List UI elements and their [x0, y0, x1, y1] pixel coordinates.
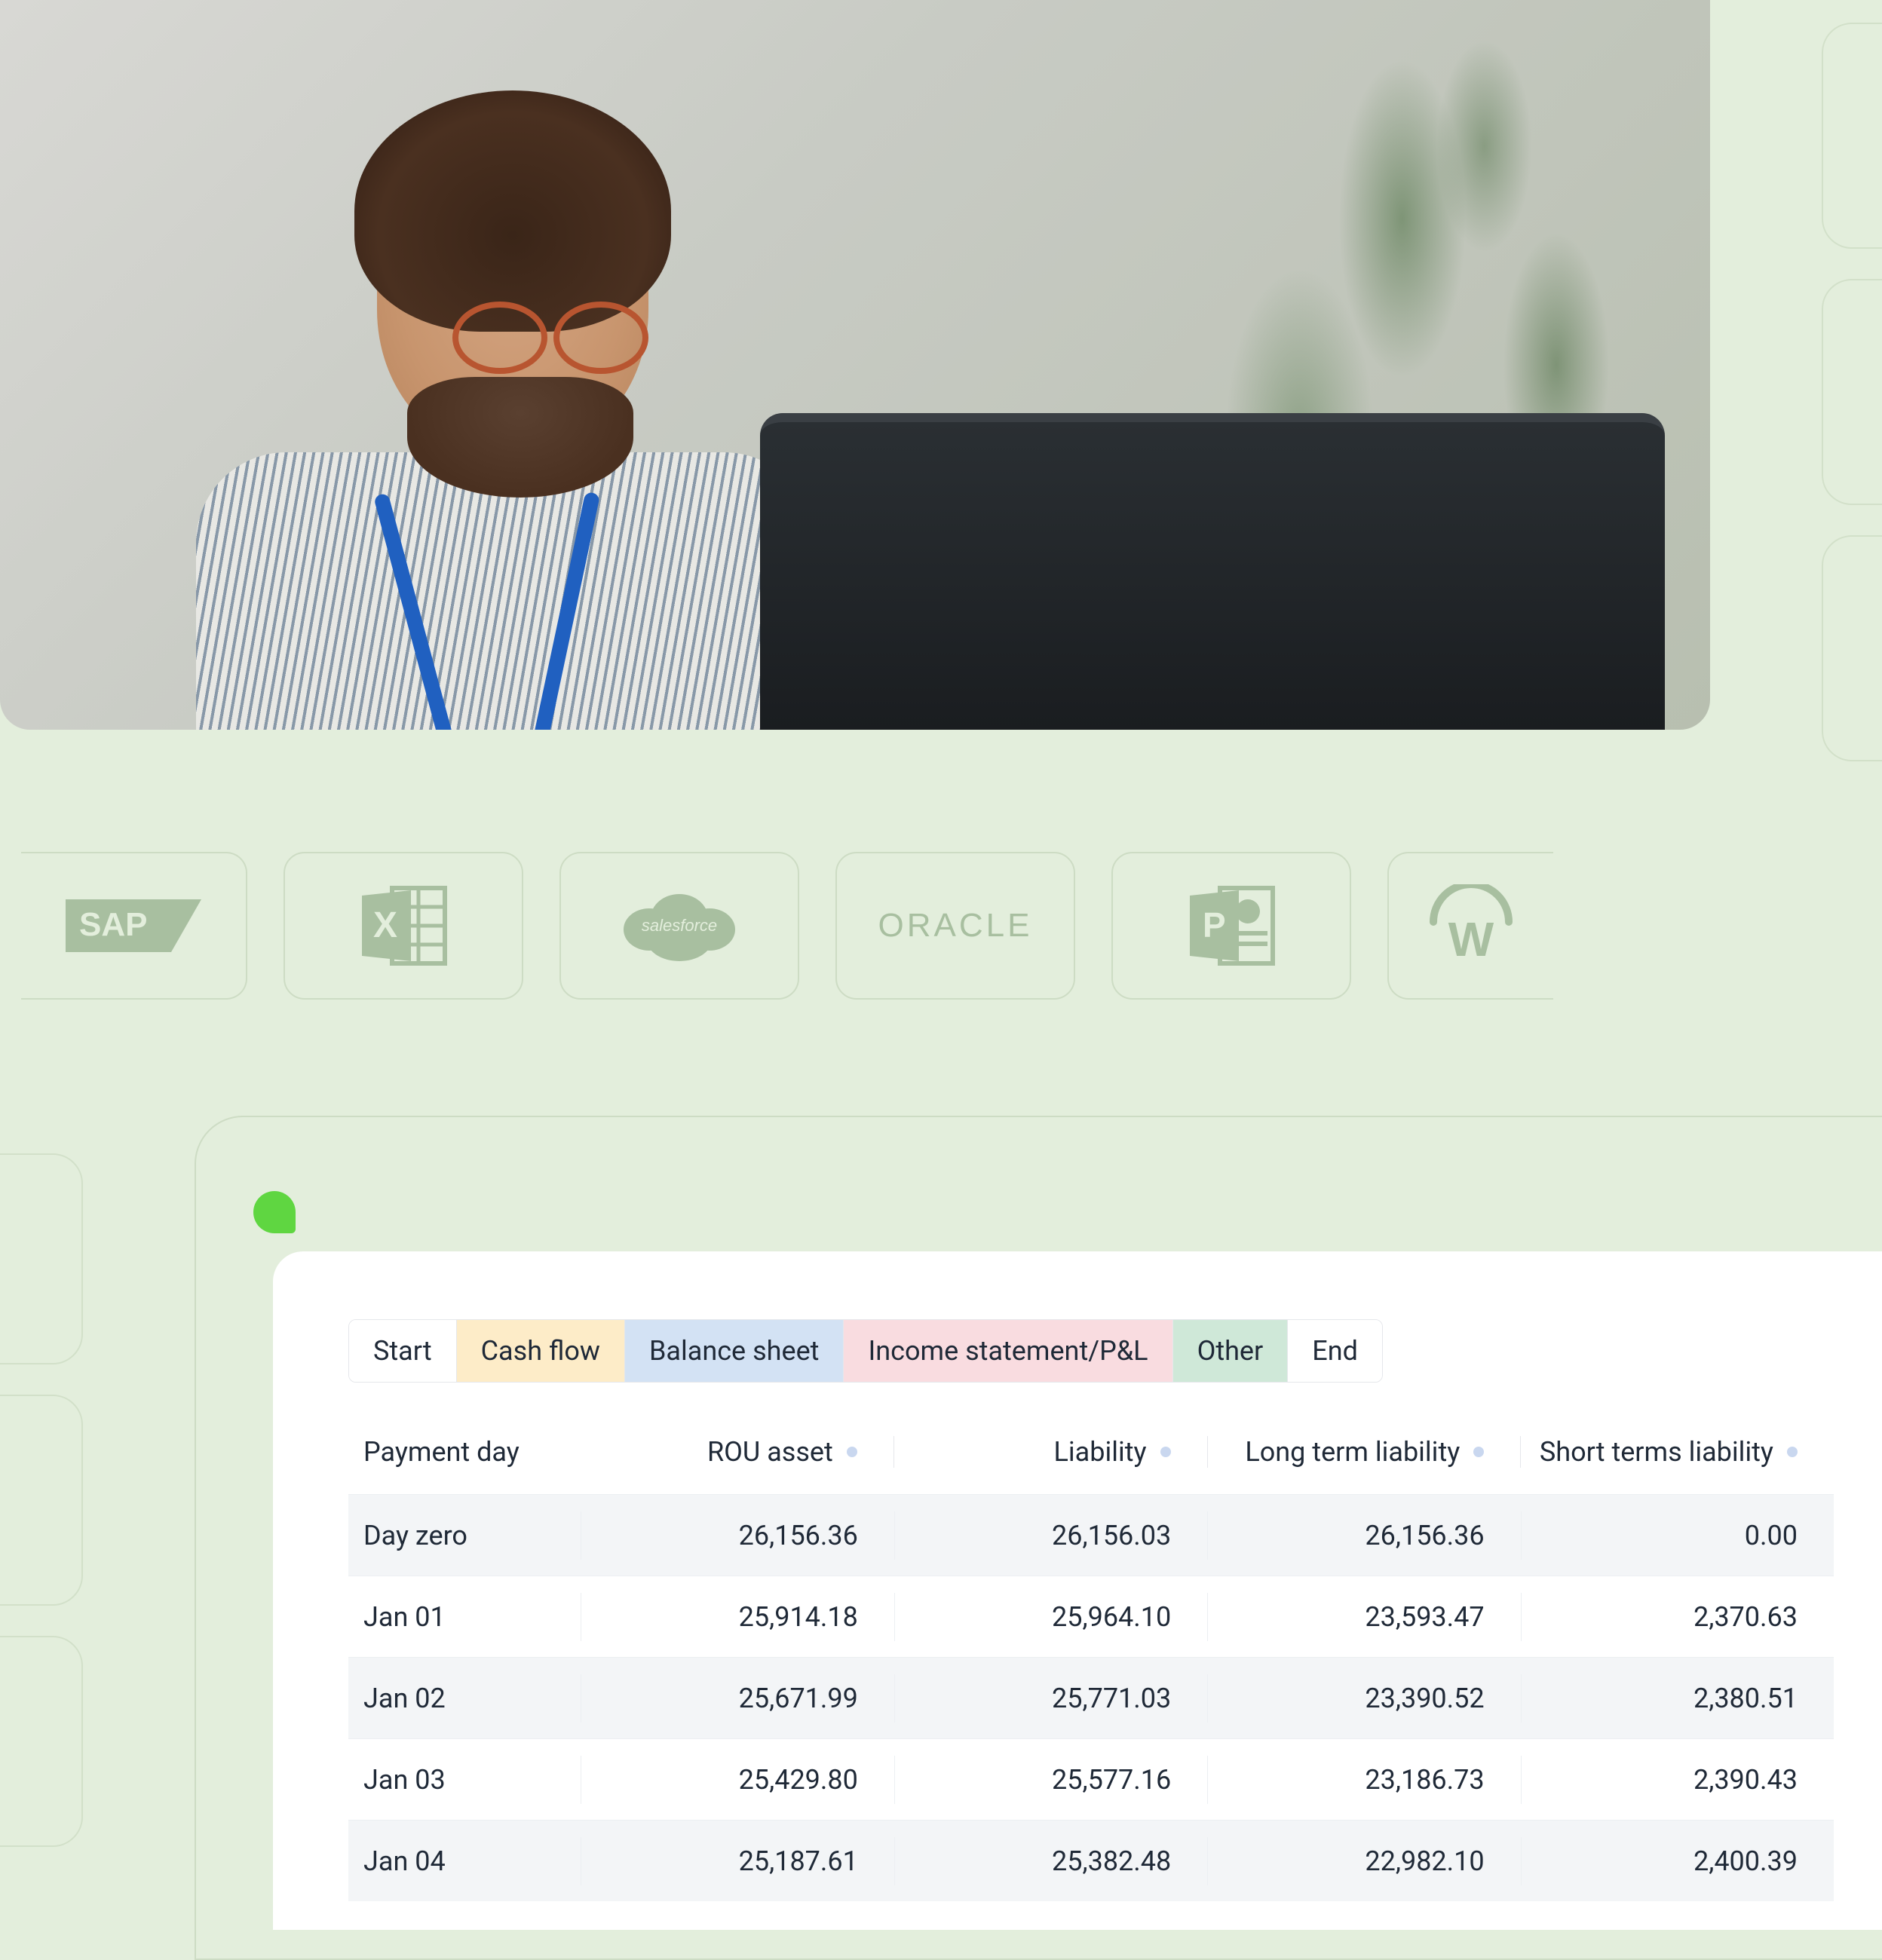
cell-rou-asset: 25,429.80 [581, 1756, 893, 1804]
cell-long-term: 26,156.36 [1207, 1511, 1520, 1560]
cell-payment-day: Day zero [348, 1520, 581, 1551]
tab-other[interactable]: Other [1173, 1320, 1289, 1382]
logo-powerpoint: P [1111, 852, 1351, 1000]
table-header-row: Payment day ROU asset Liability Long ter… [348, 1435, 1834, 1494]
amortization-table: Payment day ROU asset Liability Long ter… [348, 1435, 1834, 1901]
col-header-long-term[interactable]: Long term liability [1207, 1435, 1520, 1468]
cell-payment-day: Jan 03 [348, 1764, 581, 1796]
deco-cell [1822, 535, 1882, 761]
chat-bubble-icon [253, 1191, 296, 1233]
deco-cell [0, 1636, 83, 1847]
cell-payment-day: Jan 02 [348, 1683, 581, 1714]
sort-dot-icon [847, 1447, 857, 1457]
tab-balance-sheet[interactable]: Balance sheet [625, 1320, 844, 1382]
tab-end[interactable]: End [1288, 1320, 1382, 1382]
col-header-payment-day: Payment day [348, 1436, 581, 1468]
sort-dot-icon [1160, 1447, 1171, 1457]
svg-text:P: P [1203, 905, 1226, 945]
cell-liability: 26,156.03 [894, 1511, 1207, 1560]
cell-short-term: 2,380.51 [1521, 1674, 1834, 1723]
svg-text:salesforce: salesforce [642, 916, 717, 935]
col-header-rou-asset[interactable]: ROU asset [581, 1435, 893, 1468]
excel-icon: X [358, 884, 449, 967]
cell-liability: 25,577.16 [894, 1756, 1207, 1804]
cell-liability: 25,964.10 [894, 1593, 1207, 1641]
cell-rou-asset: 26,156.36 [581, 1511, 893, 1560]
cell-long-term: 23,593.47 [1207, 1593, 1520, 1641]
powerpoint-icon: P [1186, 884, 1277, 967]
table-row: Jan 02 25,671.99 25,771.03 23,390.52 2,3… [348, 1657, 1834, 1738]
col-header-short-term[interactable]: Short terms liability [1521, 1435, 1834, 1468]
sort-dot-icon [1473, 1447, 1484, 1457]
logo-sap: SAP [21, 852, 247, 1000]
salesforce-cloud-icon: salesforce [615, 884, 743, 967]
table-row: Jan 04 25,187.61 25,382.48 22,982.10 2,4… [348, 1820, 1834, 1901]
cell-liability: 25,771.03 [894, 1674, 1207, 1723]
cell-long-term: 23,186.73 [1207, 1756, 1520, 1804]
logo-excel: X [284, 852, 523, 1000]
cell-rou-asset: 25,187.61 [581, 1837, 893, 1885]
cell-payment-day: Jan 04 [348, 1845, 581, 1877]
cell-short-term: 2,400.39 [1521, 1837, 1834, 1885]
cell-short-term: 0.00 [1521, 1511, 1834, 1560]
workday-icon: W [1422, 884, 1520, 967]
deco-cell [1822, 23, 1882, 249]
col-header-liability[interactable]: Liability [894, 1435, 1207, 1468]
cell-liability: 25,382.48 [894, 1837, 1207, 1885]
data-card: Start Cash flow Balance sheet Income sta… [273, 1251, 1882, 1930]
cell-long-term: 23,390.52 [1207, 1674, 1520, 1723]
cell-payment-day: Jan 01 [348, 1601, 581, 1633]
tab-income-statement[interactable]: Income statement/P&L [844, 1320, 1172, 1382]
sort-dot-icon [1787, 1447, 1798, 1457]
svg-text:X: X [373, 905, 397, 945]
svg-text:W: W [1448, 912, 1494, 966]
deco-cell [0, 1395, 83, 1606]
tab-start[interactable]: Start [349, 1320, 457, 1382]
cell-rou-asset: 25,914.18 [581, 1593, 893, 1641]
table-row: Jan 03 25,429.80 25,577.16 23,186.73 2,3… [348, 1738, 1834, 1820]
cell-short-term: 2,370.63 [1521, 1593, 1834, 1641]
integrations-logo-strip: SAP X salesforce ORACLE [0, 852, 1882, 1000]
deco-cell [1822, 279, 1882, 505]
table-row: Jan 01 25,914.18 25,964.10 23,593.47 2,3… [348, 1576, 1834, 1657]
cell-rou-asset: 25,671.99 [581, 1674, 893, 1723]
svg-text:SAP: SAP [79, 906, 147, 943]
deco-cell [0, 1153, 83, 1364]
logo-oracle: ORACLE [835, 852, 1075, 1000]
cell-long-term: 22,982.10 [1207, 1837, 1520, 1885]
cell-short-term: 2,390.43 [1521, 1756, 1834, 1804]
report-tabs: Start Cash flow Balance sheet Income sta… [348, 1319, 1383, 1383]
logo-salesforce: salesforce [559, 852, 799, 1000]
logo-workday: W [1387, 852, 1553, 1000]
tab-cash-flow[interactable]: Cash flow [457, 1320, 625, 1382]
hero-photo [0, 0, 1710, 730]
table-row: Day zero 26,156.36 26,156.03 26,156.36 0… [348, 1494, 1834, 1576]
